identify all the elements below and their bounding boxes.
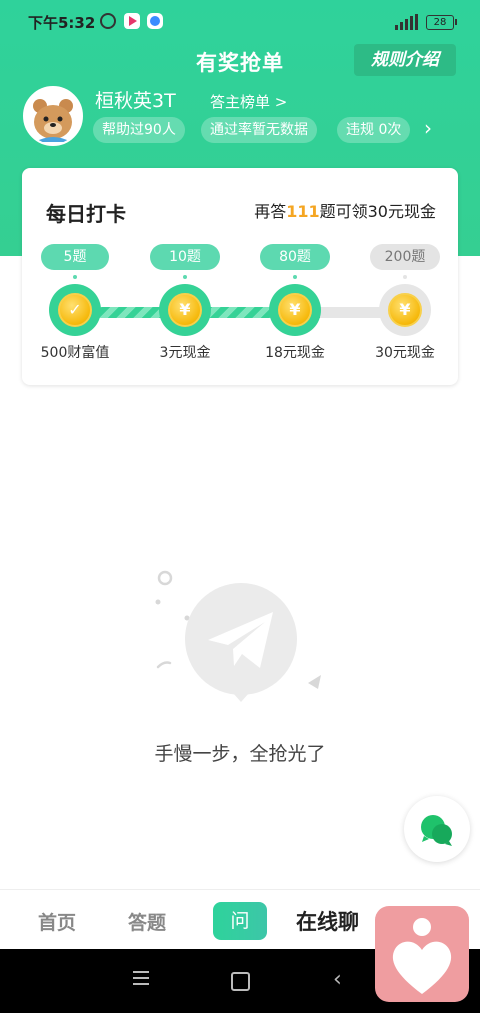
hint-count: 111 [286,202,320,221]
hint-suffix: 题可领30元现金 [319,202,436,221]
nav-ask-button[interactable]: 问 [213,902,267,940]
milestone-node-2[interactable]: ¥ [159,284,211,336]
avatar[interactable] [23,86,83,146]
heart-person-icon [392,918,452,994]
milestone-badge-3: 80题 [260,244,330,279]
milestone-badge-4: 200题 [370,244,440,279]
checkin-hint: 再答111题可领30元现金 [254,198,436,222]
menu-icon[interactable] [133,971,149,985]
battery-icon: 28 [426,15,457,30]
alarm-icon [100,13,116,29]
stat-violations: 违规 0次 [337,117,411,143]
nav-answer[interactable]: 答题 [128,908,166,935]
chat-bubbles-icon [421,815,452,846]
chat-float-button[interactable] [404,796,470,862]
nav-home[interactable]: 首页 [38,908,76,935]
leaderboard-link[interactable]: 答主榜单 > [210,91,287,112]
home-icon[interactable] [231,972,250,991]
milestone-reward-1: 500财富值 [40,345,110,361]
yuan-coin-icon: ¥ [388,293,422,327]
chevron-right-icon[interactable]: › [424,116,432,140]
hint-prefix: 再答 [254,202,287,221]
message-app-icon [147,13,163,29]
bear-avatar-icon [25,88,81,144]
milestone-badge-2: 10题 [150,244,220,279]
checkin-title: 每日打卡 [46,202,126,226]
stat-helped: 帮助过90人 [93,117,185,143]
milestone-node-4[interactable]: ¥ [379,284,431,336]
heart-widget[interactable] [375,906,469,1002]
rules-button[interactable]: 规则介绍 [354,44,456,76]
yuan-coin-icon: ¥ [278,293,312,327]
milestone-reward-4: 30元现金 [375,345,435,361]
yuan-coin-icon: ¥ [168,293,202,327]
signal-icon [395,14,419,30]
check-coin-icon: ✓ [58,293,92,327]
status-bar: 下午5:32 28 [0,10,480,34]
video-app-icon [124,13,140,29]
username: 桓秋英3T [95,90,176,112]
milestone-node-3[interactable]: ¥ [269,284,321,336]
status-time: 下午5:32 [28,14,96,32]
nav-online-chat[interactable]: 在线聊 [296,906,359,936]
empty-message: 手慢一步，全抢光了 [154,743,326,765]
back-icon[interactable]: ‹ [333,967,342,992]
milestone-reward-2: 3元现金 [159,345,211,361]
stat-pass-rate: 通过率暂无数据 [201,117,317,143]
paper-plane-icon [155,570,321,702]
milestone-badge-1: 5题 [41,244,109,279]
milestone-node-1[interactable]: ✓ [49,284,101,336]
milestone-reward-3: 18元现金 [265,345,325,361]
daily-checkin-card: 每日打卡 再答111题可领30元现金 5题 10题 80题 200题 ✓ ¥ ¥… [22,168,458,385]
